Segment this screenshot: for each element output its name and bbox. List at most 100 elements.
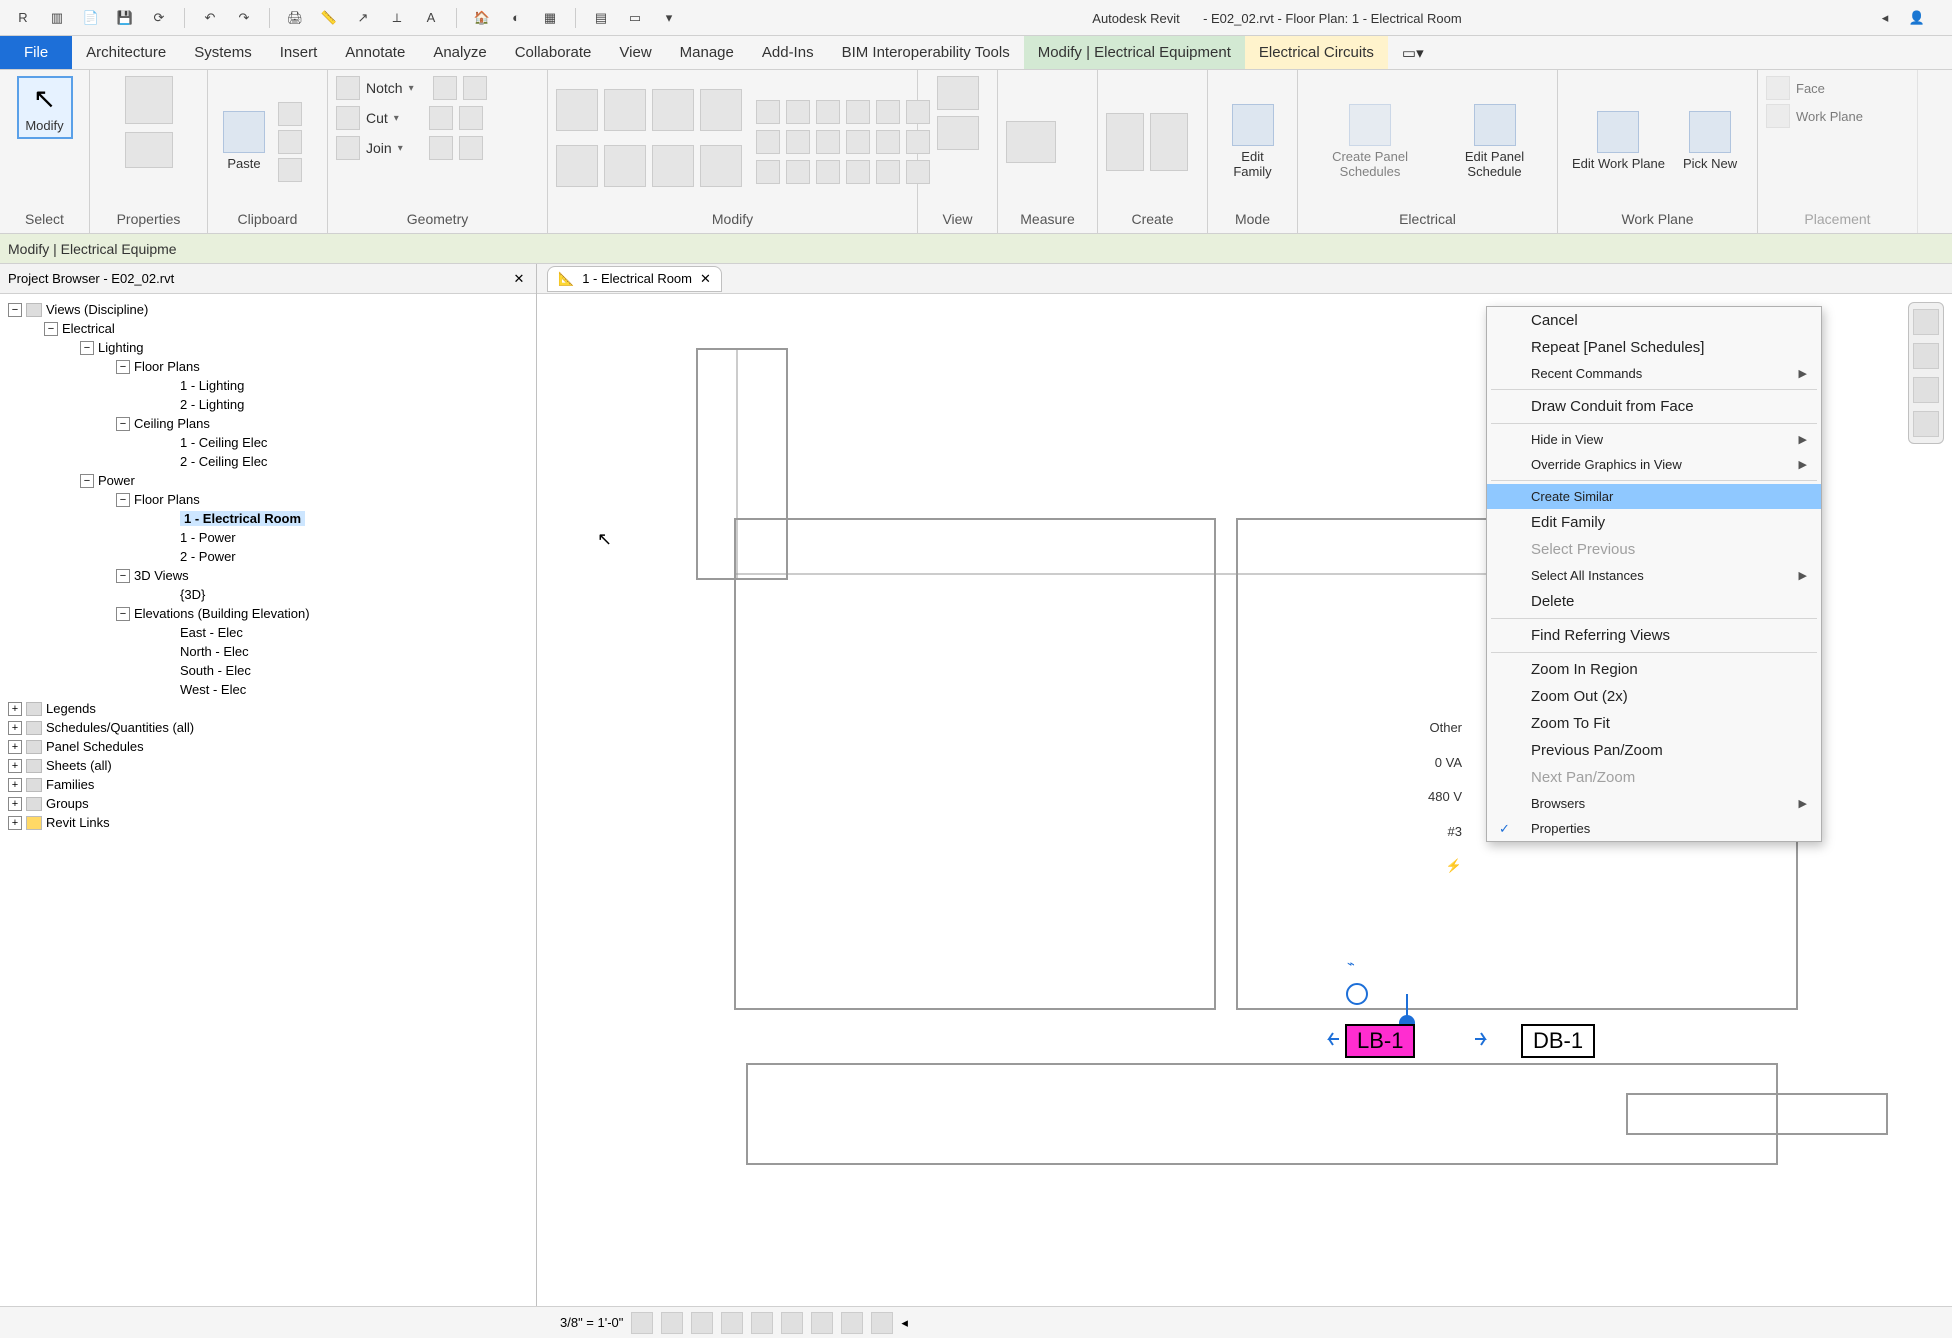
join-icon[interactable] [336, 136, 360, 160]
tab-insert[interactable]: Insert [266, 36, 332, 69]
geom-icon-6[interactable] [459, 136, 483, 160]
notch-icon[interactable] [336, 76, 360, 100]
mod-sm-9[interactable] [816, 130, 840, 154]
sb-scroll-left-icon[interactable]: ◂ [901, 1315, 908, 1331]
mod-sm-11[interactable] [876, 130, 900, 154]
sb-shadow-icon[interactable] [721, 1312, 743, 1334]
mod-sm-8[interactable] [786, 130, 810, 154]
qat-dropdown-icon[interactable]: ▾ [656, 5, 682, 31]
tab-bim[interactable]: BIM Interoperability Tools [828, 36, 1024, 69]
tree-revit-links[interactable]: +Revit Links [4, 813, 532, 832]
create-panel-schedules-button[interactable]: Create Panel Schedules [1306, 100, 1434, 183]
save-icon[interactable]: 💾 [112, 5, 138, 31]
ctx-edit-family[interactable]: Edit Family [1487, 509, 1821, 536]
tab-modify-electrical[interactable]: Modify | Electrical Equipment [1024, 36, 1245, 69]
tree-3d-views[interactable]: −3D Views [4, 566, 532, 585]
tab-view[interactable]: View [605, 36, 665, 69]
document-tab[interactable]: 📐 1 - Electrical Room ✕ [547, 266, 722, 292]
trim-icon[interactable] [652, 145, 694, 187]
ctx-properties[interactable]: ✓Properties [1487, 816, 1821, 841]
print-icon[interactable]: 🖨 [282, 5, 308, 31]
view-icon-1[interactable] [937, 76, 979, 110]
tab-analyze[interactable]: Analyze [419, 36, 500, 69]
tree-families[interactable]: +Families [4, 775, 532, 794]
nav-full-icon[interactable] [1913, 309, 1939, 335]
sb-temp-icon[interactable] [841, 1312, 863, 1334]
tab-collaborate[interactable]: Collaborate [501, 36, 606, 69]
nav-pan-icon[interactable] [1913, 377, 1939, 403]
sb-crop-icon[interactable] [751, 1312, 773, 1334]
align-tool-icon[interactable] [652, 89, 694, 131]
tree-sheets[interactable]: +Sheets (all) [4, 756, 532, 775]
mod-sm-10[interactable] [846, 130, 870, 154]
text-icon[interactable]: A [418, 5, 444, 31]
tree-power[interactable]: −Power [4, 471, 532, 490]
mod-sm-1[interactable] [756, 100, 780, 124]
align-icon[interactable]: ↗ [350, 5, 376, 31]
section-icon[interactable]: ◐ [503, 5, 529, 31]
edit-work-plane-button[interactable]: Edit Work Plane [1566, 107, 1671, 175]
tab-systems[interactable]: Systems [180, 36, 266, 69]
sb-sun-icon[interactable] [691, 1312, 713, 1334]
sb-lock-icon[interactable] [811, 1312, 833, 1334]
tree-schedules[interactable]: +Schedules/Quantities (all) [4, 718, 532, 737]
tab-electrical-circuits[interactable]: Electrical Circuits [1245, 36, 1388, 69]
sb-reveal-icon[interactable] [871, 1312, 893, 1334]
create-icon-2[interactable] [1150, 113, 1188, 171]
user-icon[interactable]: 👤 [1904, 5, 1930, 31]
ctx-browsers[interactable]: Browsers▶ [1487, 791, 1821, 816]
create-icon-1[interactable] [1106, 113, 1144, 171]
new-icon[interactable]: 📄 [78, 5, 104, 31]
tree-electrical[interactable]: −Electrical [4, 319, 532, 338]
tab-annotate[interactable]: Annotate [331, 36, 419, 69]
paste-button[interactable]: Paste [216, 107, 272, 175]
tree-west[interactable]: West - Elec [4, 680, 532, 699]
ctx-zoom-fit[interactable]: Zoom To Fit [1487, 710, 1821, 737]
ctx-cancel[interactable]: Cancel [1487, 307, 1821, 334]
info-icon[interactable]: ◂ [1872, 5, 1898, 31]
tree-lighting-2[interactable]: 2 - Lighting [4, 395, 532, 414]
mod-sm-5[interactable] [876, 100, 900, 124]
cut-clipboard-icon[interactable] [278, 102, 302, 126]
panel-db1[interactable]: DB-1 [1521, 1024, 1595, 1058]
tree-power-fp[interactable]: −Floor Plans [4, 490, 532, 509]
revit-logo-icon[interactable]: R [10, 5, 36, 31]
match-icon[interactable] [278, 158, 302, 182]
tree-south[interactable]: South - Elec [4, 661, 532, 680]
geom-icon-1[interactable] [433, 76, 457, 100]
tree-elevations[interactable]: −Elevations (Building Elevation) [4, 604, 532, 623]
mirror-icon[interactable] [556, 145, 598, 187]
ctx-recent[interactable]: Recent Commands▶ [1487, 361, 1821, 386]
ctx-zoom-out[interactable]: Zoom Out (2x) [1487, 683, 1821, 710]
scale-display[interactable]: 3/8" = 1'-0" [560, 1315, 623, 1330]
ctx-prev-pan[interactable]: Previous Pan/Zoom [1487, 737, 1821, 764]
geom-icon-2[interactable] [463, 76, 487, 100]
project-browser-tree[interactable]: −Views (Discipline) −Electrical −Lightin… [0, 294, 536, 1306]
ctx-delete[interactable]: Delete [1487, 588, 1821, 615]
tree-lighting-1[interactable]: 1 - Lighting [4, 376, 532, 395]
rotate-icon[interactable] [604, 145, 646, 187]
mod-sm-3[interactable] [816, 100, 840, 124]
undo-icon[interactable]: ↶ [197, 5, 223, 31]
tree-power-1[interactable]: 1 - Power [4, 528, 532, 547]
redo-icon[interactable]: ↷ [231, 5, 257, 31]
properties-big-icon[interactable] [125, 76, 173, 124]
drawing-canvas[interactable]: ⌁ Other 0 VA 480 V #3 ⚡ LB-1 DB-1 [537, 294, 1952, 1306]
tab-addins[interactable]: Add-Ins [748, 36, 828, 69]
ctx-repeat[interactable]: Repeat [Panel Schedules] [1487, 334, 1821, 361]
file-tab[interactable]: File [0, 36, 72, 69]
switch-icon[interactable]: ▭ [622, 5, 648, 31]
tree-power-2[interactable]: 2 - Power [4, 547, 532, 566]
cut-geom-icon[interactable] [336, 106, 360, 130]
mod-sm-15[interactable] [816, 160, 840, 184]
3d-icon[interactable]: 🏠 [469, 5, 495, 31]
tree-lighting-fp[interactable]: −Floor Plans [4, 357, 532, 376]
close-tab-icon[interactable]: ✕ [700, 271, 711, 287]
nav-wheel-icon[interactable] [1913, 343, 1939, 369]
geom-icon-5[interactable] [429, 136, 453, 160]
tree-north[interactable]: North - Elec [4, 642, 532, 661]
tree-3d-view[interactable]: {3D} [4, 585, 532, 604]
measure-icon[interactable]: 📏 [316, 5, 342, 31]
ctx-hide[interactable]: Hide in View▶ [1487, 427, 1821, 452]
tab-appearance-dropdown[interactable]: ▭▾ [1388, 36, 1438, 69]
